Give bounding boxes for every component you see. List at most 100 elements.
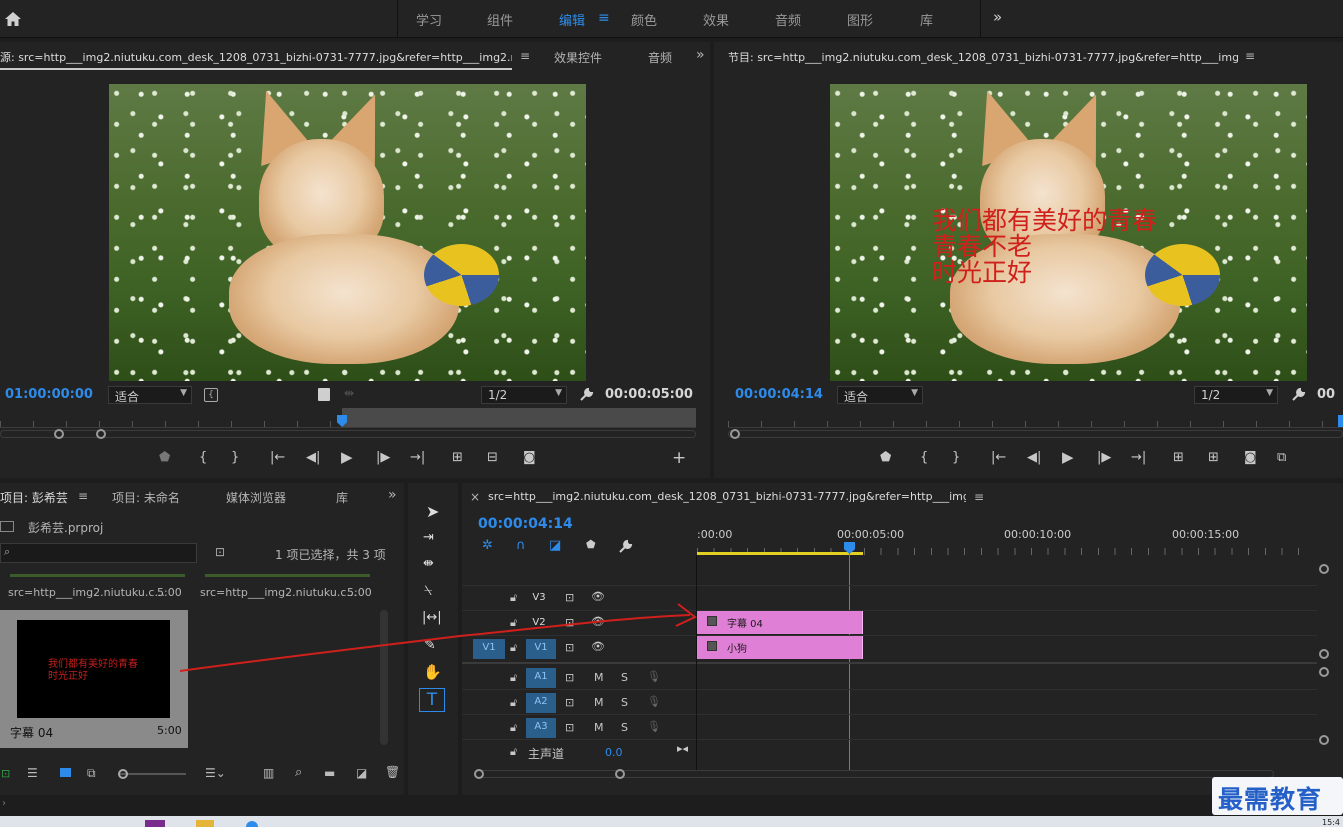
work-area-bar[interactable] [697, 552, 863, 555]
insert-icon[interactable]: ⊞ [452, 450, 463, 465]
program-zoom-scrollbar[interactable] [728, 430, 1343, 438]
mark-out-icon[interactable]: } [231, 450, 239, 465]
source-timecode-in[interactable]: 01:00:00:00 [5, 387, 93, 402]
video-track-scroll-handle[interactable] [1319, 564, 1329, 574]
program-monitor-tab[interactable]: 节目: src=http___img2.niutuku.com_desk_120… [728, 49, 1238, 65]
program-go-to-in-icon[interactable]: |← [991, 450, 1006, 465]
program-tab-menu-icon[interactable]: ≡ [1245, 49, 1255, 63]
scroll-handle-left[interactable] [54, 429, 64, 439]
timeline-clip-dog[interactable]: 小狗 [697, 636, 863, 659]
list-view-icon[interactable]: ☰ [27, 766, 38, 780]
timeline-scroll-handle-right[interactable] [615, 769, 625, 779]
program-mark-in-icon[interactable]: { [920, 450, 928, 465]
track-target-a2[interactable]: A2 [526, 693, 556, 713]
timeline-settings-icon[interactable] [618, 539, 633, 557]
track-lock-icon[interactable]: 🔓︎ [510, 591, 517, 605]
icon-view-icon[interactable] [60, 768, 71, 777]
lock-icon[interactable]: ⊡ [1, 767, 10, 780]
program-step-forward-icon[interactable]: |▶ [1097, 450, 1111, 465]
sort-icon[interactable]: ☰⌄ [205, 766, 226, 780]
program-mark-out-icon[interactable]: } [952, 450, 960, 465]
timeline-marker-icon[interactable]: ⬟ [586, 538, 596, 551]
track-lock-icon[interactable]: 🔓︎ [510, 616, 517, 630]
project-scrollbar[interactable] [380, 610, 388, 745]
source-monitor-tab[interactable]: 源: src=http___img2.niutuku.com_desk_1208… [0, 49, 512, 70]
track-sync-icon[interactable]: ⊡ [565, 671, 574, 684]
track-target-a3[interactable]: A3 [526, 718, 556, 738]
camera-icon[interactable]: ◙ [523, 450, 536, 465]
eye-icon[interactable]: 👁︎ [591, 640, 605, 653]
overwrite-icon[interactable]: ⊟ [487, 450, 498, 465]
workspace-tab-assembly[interactable]: 组件 [487, 10, 513, 29]
workspace-tab-learn[interactable]: 学习 [416, 10, 442, 29]
home-icon[interactable] [4, 10, 22, 28]
new-item-icon[interactable]: ◪ [356, 766, 367, 780]
program-add-marker-icon[interactable]: ⬟ [880, 450, 891, 465]
program-step-back-icon[interactable]: ◀| [1027, 450, 1041, 465]
project-tab-untitled[interactable]: 项目: 未命名 [112, 489, 180, 506]
timeline-sequence-tab[interactable]: src=http___img2.niutuku.com_desk_1208_07… [488, 490, 966, 503]
button-editor-icon[interactable]: + [672, 448, 686, 468]
source-inout-range[interactable] [342, 408, 696, 427]
track-lock-icon[interactable]: 🔓︎ [510, 696, 517, 710]
track-sync-icon[interactable]: ⊡ [565, 591, 574, 604]
selection-tool-icon[interactable]: ➤ [426, 502, 439, 521]
solo-button[interactable]: S [621, 721, 628, 734]
source-drag-icon[interactable]: ⇹ [344, 386, 354, 400]
libraries-tab[interactable]: 库 [336, 489, 348, 506]
workspace-tab-libraries[interactable]: 库 [920, 10, 933, 29]
workspace-tab-color[interactable]: 颜色 [631, 10, 657, 29]
track-target-v3[interactable]: V3 [528, 589, 550, 607]
find-icon[interactable]: ⌕ [295, 765, 302, 780]
mic-icon[interactable]: 🎙︎ [647, 695, 661, 708]
project-tab-menu-icon[interactable]: ≡ [78, 489, 88, 503]
source-patch-v1[interactable]: V1 [473, 639, 505, 659]
go-to-out-icon[interactable]: →| [410, 450, 425, 465]
taskbar-app-icon[interactable] [145, 820, 165, 827]
source-fit-select[interactable]: 适合 ▼ [108, 386, 192, 404]
add-marker-icon[interactable]: ⬟ [159, 450, 170, 465]
title-item-card[interactable]: 我们都有美好的青春 时光正好 字幕 04 5:00 [0, 610, 188, 748]
linked-selection-icon[interactable]: ◪ [549, 538, 561, 553]
bin-item-name[interactable]: src=http___img2.niutuku.c... [8, 586, 165, 599]
taskbar-browser-icon[interactable] [246, 821, 258, 827]
mute-button[interactable]: M [594, 721, 604, 734]
hand-tool-icon[interactable]: ✋ [423, 663, 442, 681]
workspace-tab-editing[interactable]: 编辑 [559, 10, 585, 29]
new-search-bin-icon[interactable]: ⊡ [215, 545, 225, 559]
timeline-scroll-handle-left[interactable] [474, 769, 484, 779]
track-lock-icon[interactable]: 🔓︎ [510, 671, 517, 685]
play-icon[interactable]: ▶ [341, 448, 353, 466]
mic-icon[interactable]: 🎙︎ [647, 670, 661, 683]
project-more-icon[interactable]: » [388, 487, 397, 503]
program-fit-select[interactable]: 适合 ▼ [837, 386, 923, 404]
track-sync-icon[interactable]: ⊡ [565, 721, 574, 734]
step-back-icon[interactable]: ◀| [306, 450, 320, 465]
solo-button[interactable]: S [621, 696, 628, 709]
timeline-zoom-scrollbar[interactable] [474, 770, 1274, 778]
track-sync-icon[interactable]: ⊡ [565, 641, 574, 654]
step-forward-icon[interactable]: |▶ [376, 450, 390, 465]
program-wrench-icon[interactable] [1291, 387, 1306, 405]
effect-controls-tab[interactable]: 效果控件 [554, 49, 602, 66]
source-resolution-select[interactable]: 1/2 ▼ [481, 386, 567, 404]
video-track-scroll-handle[interactable] [1319, 649, 1329, 659]
project-search-input[interactable]: ⌕ [0, 543, 197, 563]
workspace-menu-icon[interactable]: ≡ [598, 10, 610, 26]
bin-item-name[interactable]: src=http___img2.niutuku.c... [200, 586, 357, 599]
scroll-handle-right[interactable] [96, 429, 106, 439]
workspace-tab-audio[interactable]: 音频 [775, 10, 801, 29]
go-to-end-icon[interactable]: ▸◂ [677, 742, 688, 755]
track-target-v2[interactable]: V2 [528, 614, 550, 632]
nest-icon[interactable]: ✲ [482, 538, 493, 553]
track-sync-icon[interactable]: ⊡ [565, 616, 574, 629]
mark-in-icon[interactable]: { [199, 450, 207, 465]
pen-tool-icon[interactable]: ✎ [424, 637, 436, 653]
program-camera-icon[interactable]: ◙ [1244, 450, 1257, 465]
ripple-edit-tool-icon[interactable]: ⇼ [423, 556, 434, 571]
eye-icon[interactable]: 👁︎ [591, 615, 605, 628]
track-sync-icon[interactable]: ⊡ [565, 696, 574, 709]
track-lock-icon[interactable]: 🔓︎ [510, 721, 517, 735]
slip-tool-icon[interactable]: |↔| [422, 610, 442, 625]
program-play-icon[interactable]: ▶ [1062, 448, 1074, 466]
